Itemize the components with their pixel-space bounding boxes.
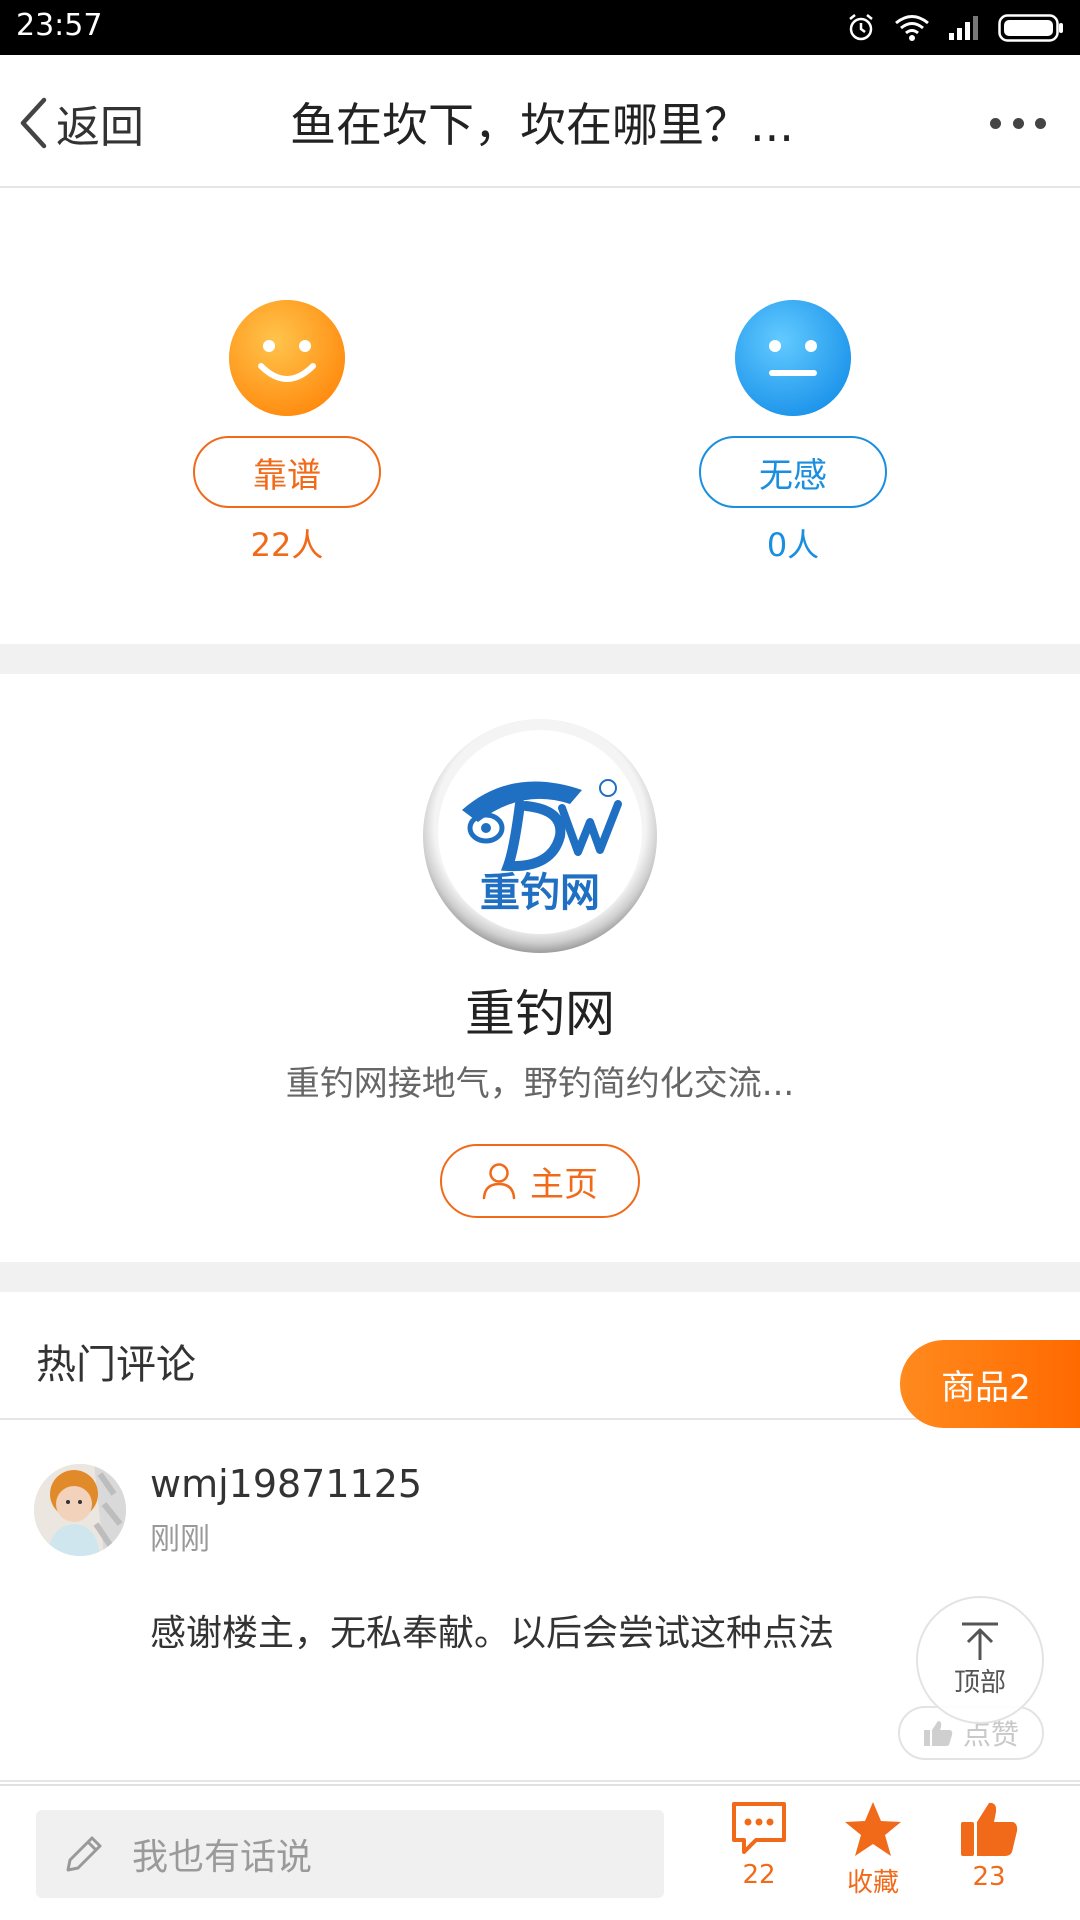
more-dots-icon[interactable] (990, 111, 1046, 135)
battery-icon (998, 14, 1063, 42)
agree-count: 22人 (250, 526, 324, 564)
thumbs-up-icon (961, 1802, 1018, 1856)
home-label: 主页 (530, 1164, 598, 1205)
pencil-icon (66, 1836, 102, 1872)
author-logo[interactable]: 重钓网 (422, 718, 658, 954)
neutral-button[interactable]: 无感 (699, 436, 887, 508)
user-icon (482, 1163, 516, 1200)
favorite-label: 收藏 (846, 1868, 899, 1898)
author-name[interactable]: 重钓网 (0, 974, 1080, 1046)
section-divider (0, 1262, 1080, 1292)
like-button[interactable]: 23 (944, 1800, 1034, 1892)
section-divider (0, 644, 1080, 674)
status-bar: 23:57 (0, 0, 1080, 55)
thumbs-up-icon (923, 1721, 953, 1746)
nav-bar: 返回 鱼在坎下，坎在哪里？... (0, 55, 1080, 188)
comment-username[interactable]: wmj19871125 (150, 1462, 422, 1506)
bottom-bar: 我也有话说 22 收藏 23 (0, 1784, 1080, 1920)
arrow-up-icon (962, 1622, 998, 1660)
comment-bubble-icon (732, 1802, 786, 1854)
neutral-count: 0人 (766, 526, 820, 564)
author-card: 重钓网 重钓网 重钓网接地气，野钓简约化交流... 主页 (0, 674, 1080, 1262)
vote-neutral: 无感 0人 (698, 300, 888, 566)
wifi-icon (895, 15, 929, 41)
chevron-left-icon (20, 97, 47, 149)
status-icons (846, 12, 1064, 44)
alarm-icon (849, 14, 873, 41)
comment-text: 感谢楼主，无私奉献。以后会尝试这种点法 (150, 1613, 835, 1654)
home-button[interactable]: 主页 (440, 1144, 640, 1218)
smile-face-icon (229, 300, 345, 416)
author-description: 重钓网接地气，野钓简约化交流... (285, 1064, 795, 1104)
comment-input[interactable]: 我也有话说 (36, 1810, 664, 1898)
section-title: 热门评论 (36, 1342, 196, 1388)
back-label: 返回 (56, 102, 144, 153)
logo-text: 重钓网 (480, 869, 600, 916)
signal-icon (949, 16, 978, 40)
back-to-top-button[interactable]: 顶部 (916, 1596, 1044, 1724)
top-label: 顶部 (953, 1667, 1006, 1698)
comment-time: 刚刚 (150, 1522, 210, 1557)
comment-input-placeholder: 我也有话说 (132, 1837, 313, 1878)
vote-section: 靠谱 22人 无感 0人 (0, 190, 1080, 644)
star-icon (845, 1802, 901, 1856)
comment-count: 22 (742, 1860, 776, 1890)
back-button[interactable]: 返回 (18, 91, 144, 155)
comment-item: wmj19871125 刚刚 感谢楼主，无私奉献。以后会尝试这种点法 点赞 (0, 1422, 1080, 1782)
vote-agree: 靠谱 22人 (192, 300, 382, 566)
avatar[interactable] (34, 1464, 126, 1556)
goods-tab[interactable]: 商品2 (900, 1340, 1080, 1428)
page-title: 鱼在坎下，坎在哪里？... (290, 98, 794, 152)
neutral-face-icon (735, 300, 851, 416)
status-time: 23:57 (16, 8, 103, 43)
favorite-button[interactable]: 收藏 (828, 1800, 918, 1899)
comments-button[interactable]: 22 (714, 1800, 804, 1890)
agree-button[interactable]: 靠谱 (193, 436, 381, 508)
like-count: 23 (972, 1862, 1006, 1892)
